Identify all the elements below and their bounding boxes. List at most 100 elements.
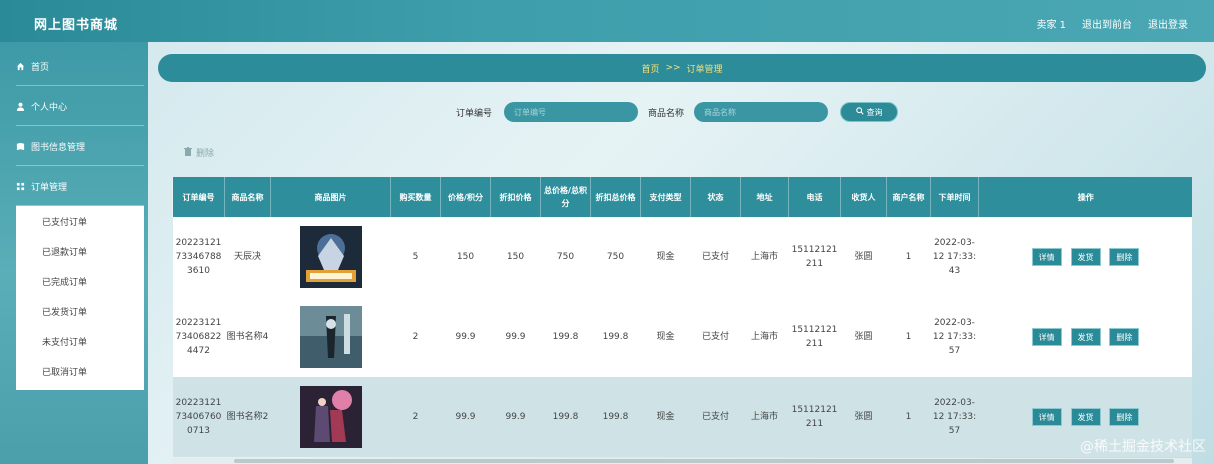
total-cell: 199.8 xyxy=(552,332,579,342)
submenu-cancelled[interactable]: 已取消订单 xyxy=(16,358,144,388)
submenu-paid[interactable]: 已支付订单 xyxy=(16,208,144,238)
book-cover-image xyxy=(299,386,362,448)
product-name-cell: 天辰决 xyxy=(233,252,261,262)
sidebar-item-home[interactable]: 首页 xyxy=(16,48,144,86)
discount-total-cell: 750 xyxy=(606,252,625,262)
book-cover-image xyxy=(299,226,362,288)
order-no-cell: 20223121734068224472 xyxy=(175,318,222,356)
col-header: 价格/积分 xyxy=(440,177,491,217)
user-label[interactable]: 卖家 1 xyxy=(1036,16,1066,31)
status-cell: 已支付 xyxy=(701,252,729,262)
receiver-cell: 张圆 xyxy=(854,412,873,422)
qty-cell: 2 xyxy=(412,332,419,342)
breadcrumb-separator: >> xyxy=(665,63,681,73)
cover-cell xyxy=(271,217,391,297)
col-header: 商品名称 xyxy=(224,177,271,217)
search-row: 订单编号 商品名称 查询 xyxy=(0,102,1214,122)
col-header: 折扣价格 xyxy=(490,177,541,217)
sidebar-item-orders[interactable]: 订单管理 xyxy=(16,168,144,206)
actions-cell: 详情 发货 删除 xyxy=(979,217,1193,297)
batch-delete-button[interactable]: 删除 xyxy=(184,146,214,159)
sidebar-item-books[interactable]: 图书信息管理 xyxy=(16,128,144,166)
qty-cell: 5 xyxy=(412,252,419,262)
product-name-input[interactable] xyxy=(694,102,828,122)
col-header: 总价格/总积分 xyxy=(540,177,591,217)
scrollbar-thumb[interactable] xyxy=(234,459,1174,463)
table-header-row: 订单编号 商品名称 商品图片 购买数量 价格/积分 折扣价格 总价格/总积分 折… xyxy=(172,177,1192,217)
merchant-cell: 1 xyxy=(905,332,912,342)
delete-button[interactable]: 删除 xyxy=(1109,408,1140,426)
col-header: 电话 xyxy=(788,177,841,217)
phone-cell: 15112121211 xyxy=(791,405,838,429)
search-icon xyxy=(855,107,864,117)
product-name-label: 商品名称 xyxy=(648,109,685,119)
orders-table: 订单编号 商品名称 商品图片 购买数量 价格/积分 折扣价格 总价格/总积分 折… xyxy=(172,177,1192,457)
orders-submenu: 已支付订单 已退款订单 已完成订单 已发货订单 未支付订单 已取消订单 xyxy=(16,206,144,390)
grid-icon xyxy=(16,182,25,191)
ship-button[interactable]: 发货 xyxy=(1070,408,1101,426)
address-cell: 上海市 xyxy=(750,332,778,342)
col-header: 状态 xyxy=(690,177,741,217)
receiver-cell: 张圆 xyxy=(854,332,873,342)
detail-button[interactable]: 详情 xyxy=(1031,408,1062,426)
search-button[interactable]: 查询 xyxy=(840,102,898,122)
ship-button[interactable]: 发货 xyxy=(1070,328,1101,346)
detail-button[interactable]: 详情 xyxy=(1031,248,1062,266)
col-header: 购买数量 xyxy=(390,177,441,217)
discount-cell: 99.9 xyxy=(505,412,526,422)
logout-link[interactable]: 退出登录 xyxy=(1148,16,1188,31)
back-to-frontend-link[interactable]: 退出到前台 xyxy=(1082,16,1132,31)
submenu-refunded[interactable]: 已退款订单 xyxy=(16,238,144,268)
time-cell: 2022-03-12 17:33:57 xyxy=(932,398,977,436)
search-button-label: 查询 xyxy=(866,107,883,117)
order-no-input[interactable] xyxy=(504,102,638,122)
phone-cell: 15112121211 xyxy=(791,245,838,269)
ship-button[interactable]: 发货 xyxy=(1070,248,1101,266)
submenu-shipped[interactable]: 已发货订单 xyxy=(16,298,144,328)
site-title: 网上图书商城 xyxy=(34,18,119,33)
pay-type-cell: 现金 xyxy=(656,252,675,262)
price-cell: 150 xyxy=(456,252,475,262)
price-cell: 99.9 xyxy=(455,332,476,342)
detail-button[interactable]: 详情 xyxy=(1031,328,1062,346)
receiver-cell: 张圆 xyxy=(854,252,873,262)
breadcrumb-current: 订单管理 xyxy=(686,64,723,75)
order-no-cell: 20223121733467883610 xyxy=(175,238,222,276)
cover-cell xyxy=(271,377,391,457)
table-row[interactable]: 20223121734068224472 图书名称4 2 99.9 99.9 1… xyxy=(172,297,1193,377)
col-header: 商户名称 xyxy=(886,177,931,217)
breadcrumb: 首页 >> 订单管理 xyxy=(158,54,1206,82)
delete-button[interactable]: 删除 xyxy=(1109,248,1140,266)
top-bar: 网上图书商城 卖家 1 退出到前台 退出登录 xyxy=(0,0,1214,42)
submenu-unpaid[interactable]: 未支付订单 xyxy=(16,328,144,358)
col-header: 商品图片 xyxy=(270,177,391,217)
time-cell: 2022-03-12 17:33:57 xyxy=(932,318,977,356)
col-header: 订单编号 xyxy=(172,177,225,217)
table-row[interactable]: 20223121733467883610 天辰决 5 150 150 750 7… xyxy=(172,217,1193,297)
discount-total-cell: 199.8 xyxy=(602,412,629,422)
col-header: 操作 xyxy=(978,177,1192,217)
merchant-cell: 1 xyxy=(905,252,912,262)
delete-button[interactable]: 删除 xyxy=(1109,328,1140,346)
actions-cell: 详情 发货 删除 xyxy=(979,297,1193,377)
status-cell: 已支付 xyxy=(701,412,729,422)
col-header: 地址 xyxy=(740,177,789,217)
address-cell: 上海市 xyxy=(750,412,778,422)
home-icon xyxy=(16,62,25,71)
book-icon xyxy=(16,142,25,151)
price-cell: 99.9 xyxy=(455,412,476,422)
horizontal-scrollbar[interactable] xyxy=(172,458,1192,464)
discount-total-cell: 199.8 xyxy=(602,332,629,342)
status-cell: 已支付 xyxy=(701,332,729,342)
orders-table-wrap: 订单编号 商品名称 商品图片 购买数量 价格/积分 折扣价格 总价格/总积分 折… xyxy=(172,177,1192,464)
table-row[interactable]: 20223121734067600713 图书名称2 2 99.9 99.9 1… xyxy=(172,377,1192,457)
book-cover-image xyxy=(299,306,362,368)
pay-type-cell: 现金 xyxy=(656,332,675,342)
trash-icon xyxy=(184,146,192,159)
order-no-label: 订单编号 xyxy=(456,109,493,119)
col-header: 折扣总价格 xyxy=(590,177,641,217)
col-header: 收货人 xyxy=(840,177,887,217)
col-header: 支付类型 xyxy=(640,177,691,217)
submenu-completed[interactable]: 已完成订单 xyxy=(16,268,144,298)
breadcrumb-home[interactable]: 首页 xyxy=(641,62,659,75)
